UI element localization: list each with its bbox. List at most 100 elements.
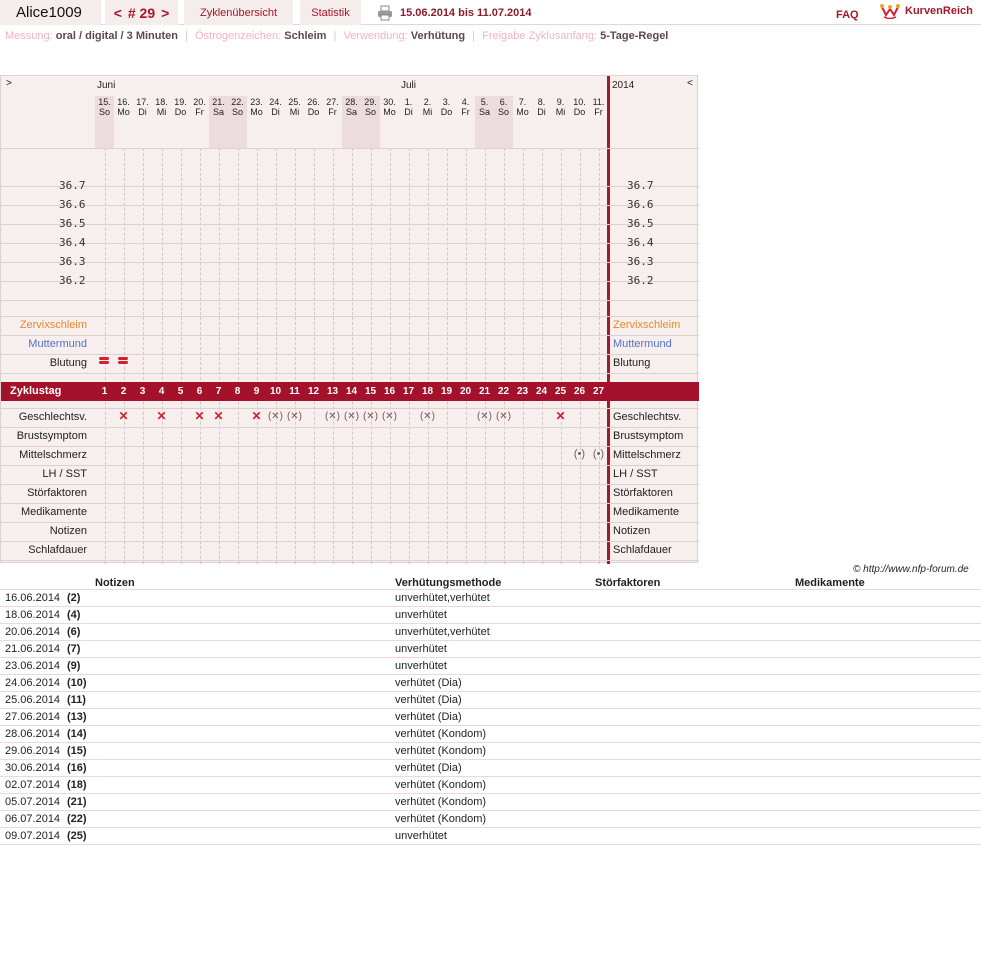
day-header: 29. So xyxy=(361,96,380,148)
weekday: So xyxy=(98,107,110,117)
day-number: 2. xyxy=(423,97,432,107)
grid-column-line xyxy=(199,148,201,564)
day-header: 30. Mo xyxy=(380,96,399,148)
row-cycle-day: (10) xyxy=(67,677,87,689)
row-cycle-day: (22) xyxy=(67,813,87,825)
prev-cycle-button[interactable]: < xyxy=(114,5,122,21)
protected-mark: (✕) xyxy=(495,411,512,422)
table-row: 20.06.2014 (6) unverhütet,verhütet xyxy=(0,624,981,641)
row-method: verhütet (Kondom) xyxy=(395,813,487,825)
cycle-day-number: 5 xyxy=(177,386,184,397)
grid-column-line xyxy=(123,148,125,564)
day-number: 22. xyxy=(231,97,244,107)
col-header-notes: Notizen xyxy=(95,577,135,589)
estrogen-label: Östrogenzeichen: xyxy=(194,30,282,42)
weekday: Sa xyxy=(478,107,490,117)
cycle-day-number: 23 xyxy=(516,386,529,397)
cycle-day-number: 6 xyxy=(196,386,203,397)
grid-column-line xyxy=(484,148,486,564)
row-cycle-day: (13) xyxy=(67,711,87,723)
grid-row-line xyxy=(1,503,699,504)
day-number: 1. xyxy=(404,97,413,107)
protected-mark: (✕) xyxy=(343,411,360,422)
grid-column-line xyxy=(351,148,353,564)
temperature-label-right: 36.3 xyxy=(627,255,654,268)
cycle-day-number: 24 xyxy=(535,386,548,397)
weekday: Fr xyxy=(328,107,337,117)
printer-icon[interactable] xyxy=(376,0,394,25)
day-header: 28. Sa xyxy=(342,96,361,148)
row-label-left: Notizen xyxy=(49,525,87,537)
table-row: 30.06.2014 (16) verhütet (Dia) xyxy=(0,760,981,777)
grid-row-line xyxy=(1,281,699,282)
day-number: 29. xyxy=(364,97,377,107)
cycle-day-number: 7 xyxy=(215,386,222,397)
temperature-label-right: 36.7 xyxy=(627,179,654,192)
cycle-day-bar: Zyklustag 1 2 3 4 5 6 7 8 9 10 11 12 13 14 15 16 17 18 19 20… xyxy=(1,382,699,401)
day-number: 3. xyxy=(442,97,451,107)
brand-logo[interactable]: KurvenReich xyxy=(880,0,973,23)
chart-nav-right[interactable]: < xyxy=(687,78,693,89)
weekday: Mo xyxy=(117,107,130,117)
day-header: 24. Di xyxy=(266,96,285,148)
tab-statistics[interactable]: Statistik xyxy=(300,0,361,25)
row-method: verhütet (Kondom) xyxy=(395,745,487,757)
grid-column-line xyxy=(161,148,163,564)
row-method: unverhütet,verhütet xyxy=(395,592,490,604)
day-number: 15. xyxy=(98,97,111,107)
temperature-label-right: 36.6 xyxy=(627,198,654,211)
cycle-day-label: Zyklustag xyxy=(10,385,62,397)
grid-row-line xyxy=(1,224,699,225)
row-cycle-day: (16) xyxy=(67,762,87,774)
chart-nav-left[interactable]: > xyxy=(6,78,12,89)
release-label: Freigabe Zyklusanfang: xyxy=(482,30,598,42)
faq-link[interactable]: FAQ xyxy=(836,2,859,27)
grid-column-line xyxy=(598,148,600,564)
unprotected-mark: ✕ xyxy=(118,409,129,423)
protected-mark: (✕) xyxy=(476,411,493,422)
grid-row-line xyxy=(1,522,699,523)
row-method: verhütet (Dia) xyxy=(395,711,462,723)
table-row: 23.06.2014 (9) unverhütet xyxy=(0,658,981,675)
row-date: 30.06.2014 xyxy=(5,762,61,774)
row-label-right: Brustsymptom xyxy=(613,430,684,442)
grid-column-line xyxy=(541,148,543,564)
cycle-day-number: 13 xyxy=(326,386,339,397)
grid-row-line xyxy=(1,205,699,206)
row-date: 24.06.2014 xyxy=(5,677,61,689)
row-method: verhütet (Kondom) xyxy=(395,728,487,740)
day-number: 23. xyxy=(250,97,263,107)
usage-value: Verhütung xyxy=(410,30,466,42)
row-label-right: LH / SST xyxy=(613,468,658,480)
col-header-medications: Medikamente xyxy=(795,577,865,589)
row-method: unverhütet xyxy=(395,660,447,672)
cycle-day-number: 12 xyxy=(307,386,320,397)
weekday: Do xyxy=(573,107,586,117)
month-label-june: Juni xyxy=(97,80,116,91)
date-range: 15.06.2014 bis 11.07.2014 xyxy=(400,6,532,19)
row-date: 05.07.2014 xyxy=(5,796,61,808)
col-header-disturbances: Störfaktoren xyxy=(595,577,661,589)
day-header: 5. Sa xyxy=(475,96,494,148)
table-row: 28.06.2014 (14) verhütet (Kondom) xyxy=(0,726,981,743)
cycle-day-number: 16 xyxy=(383,386,396,397)
tab-cycle-overview[interactable]: Zyklenübersicht xyxy=(184,0,293,25)
mittelschmerz-mark: (•) xyxy=(592,448,605,460)
table-row: 25.06.2014 (11) verhütet (Dia) xyxy=(0,692,981,709)
day-number: 19. xyxy=(174,97,187,107)
username: Alice1009 xyxy=(0,0,101,25)
cycle-day-number: 1 xyxy=(101,386,108,397)
row-date: 02.07.2014 xyxy=(5,779,61,791)
day-number: 10. xyxy=(573,97,586,107)
row-method: verhütet (Kondom) xyxy=(395,796,487,808)
row-label-right: Medikamente xyxy=(613,506,680,518)
cycle-number: # 29 xyxy=(127,4,156,21)
next-cycle-button[interactable]: > xyxy=(161,5,169,21)
weekday: Mo xyxy=(250,107,263,117)
grid-column-line xyxy=(503,148,505,564)
row-date: 23.06.2014 xyxy=(5,660,61,672)
day-number: 21. xyxy=(212,97,225,107)
grid-row-line xyxy=(1,335,699,336)
row-label-left: Brustsymptom xyxy=(16,430,87,442)
row-label-left: Schlafdauer xyxy=(28,544,87,556)
